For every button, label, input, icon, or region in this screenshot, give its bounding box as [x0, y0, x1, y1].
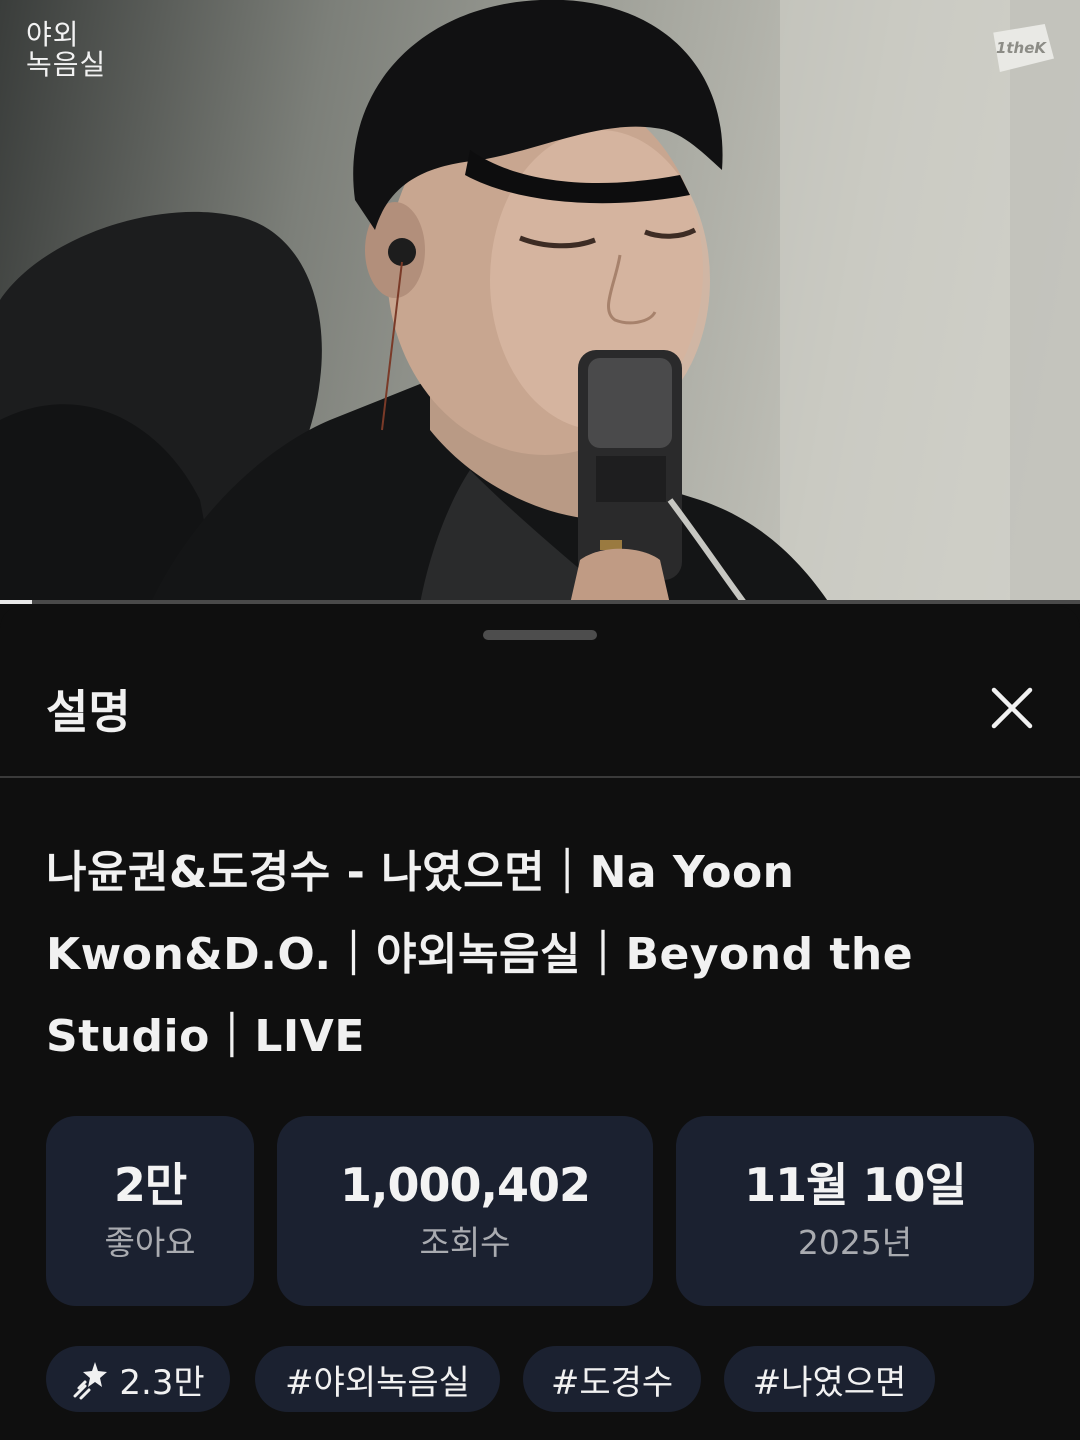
video-title: 나윤권&도경수 - 나였으면｜Na Yoon Kwon&D.O.｜야외녹음실｜B…: [46, 847, 914, 1062]
upload-year: 2025년: [797, 1223, 913, 1262]
drag-handle[interactable]: [483, 630, 597, 640]
hashtag-chip[interactable]: #도경수: [523, 1346, 701, 1412]
remix-chip[interactable]: 2.3만: [46, 1346, 230, 1412]
views-count: 1,000,402: [340, 1158, 591, 1212]
likes-card: 2만 좋아요: [46, 1116, 254, 1306]
header-divider: [0, 776, 1080, 778]
close-icon: [991, 687, 1033, 729]
video-player[interactable]: 야외 녹음실 1theK: [0, 0, 1080, 604]
remix-sparkle-icon: [73, 1362, 108, 1400]
video-progress-fill: [0, 600, 33, 604]
channel-logo: 야외 녹음실: [26, 18, 107, 81]
sheet-title: 설명: [46, 685, 131, 739]
likes-count: 2만: [113, 1158, 187, 1212]
upload-date: 11월 10일: [744, 1158, 967, 1212]
views-card: 1,000,402 조회수: [277, 1116, 653, 1306]
video-frame: [0, 0, 1080, 604]
video-progress-bar[interactable]: [0, 600, 1080, 604]
views-label: 조회수: [419, 1223, 511, 1262]
close-button[interactable]: [980, 676, 1044, 740]
remix-count: 2.3만: [119, 1362, 205, 1403]
upload-date-card[interactable]: 11월 10일 2025년: [676, 1116, 1034, 1306]
hashtag-chip[interactable]: #나였으면: [724, 1346, 935, 1412]
description-sheet: 설명 나윤권&도경수 - 나였으면｜Na Yoon Kwon&D.O.｜야외녹음…: [0, 606, 1080, 1440]
hashtag-chip[interactable]: #야외녹음실: [255, 1346, 500, 1412]
likes-label: 좋아요: [104, 1223, 196, 1262]
